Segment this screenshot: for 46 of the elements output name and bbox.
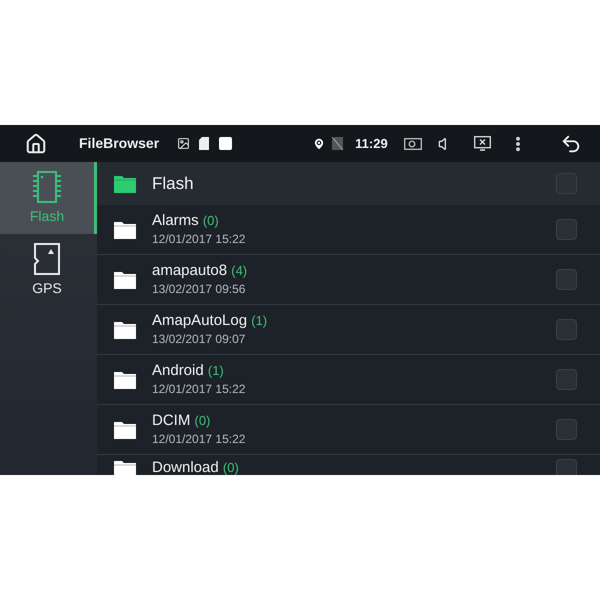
folder-title: Flash	[152, 172, 194, 195]
checkbox[interactable]	[556, 459, 577, 475]
file-row[interactable]: Alarms (0) 12/01/2017 15:22	[97, 205, 600, 255]
modified-date: 13/02/2017 09:56	[152, 280, 246, 298]
sd-card-icon	[33, 242, 61, 276]
modified-date: 13/02/2017 09:07	[152, 330, 246, 348]
close-display-icon[interactable]	[474, 136, 491, 151]
folder-name: Android (1)	[152, 362, 225, 380]
folder-icon	[113, 174, 137, 194]
folder-icon	[113, 459, 137, 475]
modified-date: 12/01/2017 15:22	[152, 430, 246, 448]
sidebar-label: GPS	[32, 278, 62, 298]
folder-icon	[113, 220, 137, 240]
folder-name: DCIM (0)	[152, 412, 212, 430]
file-row[interactable]: Download (0)	[97, 455, 600, 475]
checkbox[interactable]	[556, 269, 577, 290]
checkbox[interactable]	[556, 419, 577, 440]
sidebar-item[interactable]: GPS	[0, 234, 97, 306]
folder-icon	[113, 320, 137, 340]
sidebar-item[interactable]: Flash	[0, 162, 97, 234]
chip-icon	[32, 170, 62, 204]
clock-time: 11:29	[355, 134, 388, 153]
file-row[interactable]: amapauto8 (4) 13/02/2017 09:56	[97, 255, 600, 305]
sidebar-label: Flash	[30, 206, 64, 226]
folder-name: Alarms (0)	[152, 212, 220, 230]
folder-icon	[113, 420, 137, 440]
checkbox[interactable]	[556, 369, 577, 390]
folder-name: amapauto8 (4)	[152, 262, 248, 280]
file-row[interactable]: AmapAutoLog (1) 13/02/2017 09:07	[97, 305, 600, 355]
folder-name: Download (0)	[152, 459, 239, 475]
folder-icon	[113, 270, 137, 290]
notification-icon	[219, 137, 232, 150]
modified-date: 12/01/2017 15:22	[152, 380, 246, 398]
folder-name: AmapAutoLog (1)	[152, 312, 268, 330]
checkbox[interactable]	[556, 319, 577, 340]
sd-card-icon	[199, 137, 210, 150]
file-row[interactable]: DCIM (0) 12/01/2017 15:22	[97, 405, 600, 455]
folder-icon	[113, 370, 137, 390]
screenshot-icon[interactable]	[404, 138, 422, 150]
location-icon	[312, 136, 326, 150]
file-row[interactable]: Android (1) 12/01/2017 15:22	[97, 355, 600, 405]
image-icon	[177, 137, 190, 150]
no-sim-icon	[332, 137, 344, 150]
checkbox[interactable]	[556, 219, 577, 240]
app-title: FileBrowser	[79, 134, 160, 153]
modified-date: 12/01/2017 15:22	[152, 230, 246, 248]
